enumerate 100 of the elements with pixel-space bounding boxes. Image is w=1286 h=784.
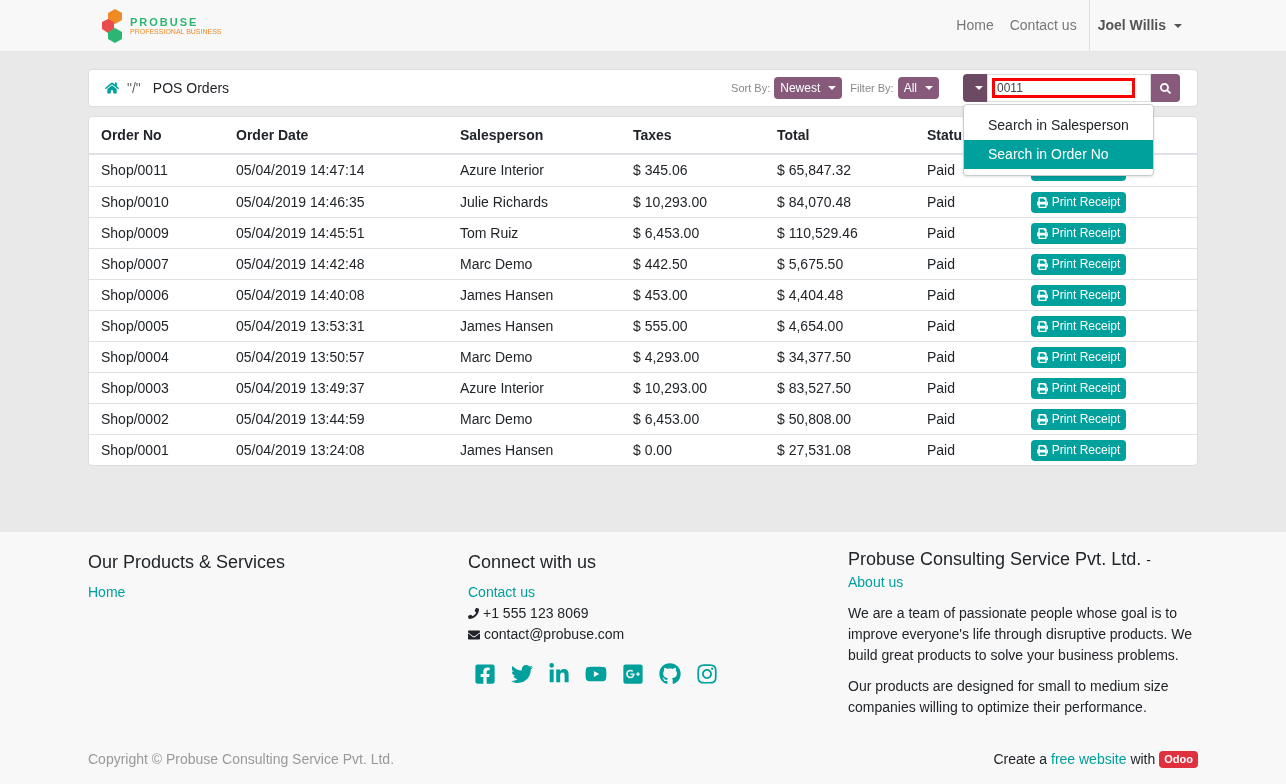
table-cell-text: 05/04/2019 14:45:51 [236, 223, 366, 243]
printer-icon [1036, 444, 1048, 456]
search-option[interactable]: Search in Salesperson [964, 111, 1153, 140]
column-header: Order Date [236, 126, 309, 143]
print-receipt-button[interactable]: Print Receipt [1031, 439, 1126, 461]
table-cell-text: 05/04/2019 13:44:59 [236, 409, 366, 429]
table-cell-text: $ 34,377.50 [777, 347, 852, 367]
footer-link[interactable]: Home [88, 582, 468, 603]
table-cell-text: $ 84,070.48 [777, 192, 852, 212]
table-cell-text: 05/04/2019 13:53:31 [236, 316, 366, 336]
table-cell-text: Shop/0001 [101, 440, 170, 460]
table-cell-text: $ 50,808.00 [777, 409, 852, 429]
create-website-text: Create a free website with [993, 750, 1156, 769]
search-button[interactable] [1151, 74, 1180, 102]
odoo-badge[interactable]: Odoo [1159, 751, 1198, 768]
github-icon[interactable] [659, 663, 681, 685]
company-heading: Probuse Consulting Service Pvt. Ltd. - About us [848, 549, 1198, 593]
table-cell-text: $ 27,531.08 [777, 440, 852, 460]
printer-icon [1036, 320, 1048, 332]
print-receipt-button[interactable]: Print Receipt [1031, 346, 1126, 368]
table-cell-text: $ 4,293.00 [633, 347, 701, 367]
print-receipt-button[interactable]: Print Receipt [1031, 222, 1126, 244]
table-cell-text: Julie Richards [460, 192, 549, 212]
table-cell-text: Shop/0010 [101, 192, 170, 212]
table-cell-text: Marc Demo [460, 254, 534, 274]
footer-link[interactable]: Contact us [468, 582, 848, 603]
instagram-icon[interactable] [696, 663, 718, 685]
breadcrumb-separator: "/" [127, 78, 141, 98]
caret-icon [828, 86, 837, 90]
twitter-icon[interactable] [511, 663, 533, 685]
print-receipt-button[interactable]: Print Receipt [1031, 284, 1126, 306]
table-cell-text: Marc Demo [460, 347, 534, 367]
search-option[interactable]: Search in Order No [964, 140, 1153, 169]
table-cell-text: $ 10,293.00 [633, 192, 708, 212]
nav-link[interactable]: Contact us [1001, 15, 1085, 36]
table-cell-text: James Hansen [460, 316, 555, 336]
table-cell-text: Shop/0009 [101, 223, 170, 243]
table-cell-text: Paid [927, 161, 957, 180]
free-website-link[interactable]: free website [1051, 751, 1127, 767]
printer-icon [1036, 258, 1048, 270]
home-icon[interactable] [105, 81, 119, 95]
table-cell-text: Paid [927, 223, 957, 243]
printer-icon [1036, 413, 1048, 425]
sort-dropdown[interactable]: Newest [774, 77, 843, 99]
table-cell-text: James Hansen [460, 285, 555, 305]
google-plus-icon[interactable] [622, 663, 644, 685]
about-link[interactable]: About us [848, 572, 904, 593]
table-cell-text: James Hansen [460, 440, 555, 460]
table-cell-text: Paid [927, 440, 957, 460]
column-header: Salesperson [460, 126, 544, 143]
table-cell-text: 05/04/2019 13:50:57 [236, 347, 366, 367]
email-address: contact@probuse.com [484, 625, 625, 644]
column-header: Statu [927, 126, 962, 143]
table-cell-text: $ 4,404.48 [777, 285, 845, 305]
caret-icon [1174, 23, 1182, 28]
filter-label: Filter By: [850, 80, 894, 96]
table-cell-text: 05/04/2019 14:40:08 [236, 285, 366, 305]
phone-icon [468, 608, 479, 619]
linkedin-icon[interactable] [548, 663, 570, 685]
print-receipt-button[interactable]: Print Receipt [1031, 315, 1126, 337]
copyright-text: Copyright © Probuse Consulting Service Pvt. Ltd. [88, 750, 395, 769]
table-cell-text: Marc Demo [460, 409, 534, 429]
user-menu[interactable]: Joel Willis [1089, 15, 1190, 36]
table-cell-text: $ 4,654.00 [777, 316, 845, 336]
table-cell-text: $ 345.06 [633, 161, 689, 180]
nav-link[interactable]: Home [948, 15, 1002, 36]
table-cell-text: Shop/0011 [101, 161, 169, 180]
caret-icon [925, 86, 933, 90]
table-cell-text: $ 555.00 [633, 316, 689, 336]
print-receipt-button[interactable]: Print Receipt [1031, 191, 1126, 213]
printer-icon [1036, 382, 1048, 394]
table-cell-text: $ 6,453.00 [633, 223, 701, 243]
column-header: Order No [101, 126, 162, 143]
table-cell-text: Shop/0007 [101, 254, 170, 274]
table-cell-text: $ 453.00 [633, 285, 689, 305]
logo-text: PROBUSE [130, 16, 200, 28]
company-description: We are a team of passionate people whose goal is to improve everyone's life through disruptive products. We build great products to solve your business problems. [848, 604, 1194, 665]
column-header: Total [777, 126, 810, 143]
printer-icon [1036, 227, 1048, 239]
table-cell-text: 05/04/2019 13:49:37 [236, 378, 366, 398]
table-cell-text: Tom Ruiz [460, 223, 520, 243]
caret-icon [975, 86, 983, 90]
table-cell-text: $ 110,529.46 [777, 223, 859, 243]
search-options-toggle[interactable] [963, 74, 987, 102]
filter-dropdown[interactable]: All [897, 77, 939, 99]
search-input[interactable]: 0011 [992, 78, 1135, 98]
table-cell-text: $ 10,293.00 [633, 378, 708, 398]
print-receipt-button[interactable]: Print Receipt [1031, 377, 1126, 399]
facebook-icon[interactable] [474, 663, 496, 685]
search-field[interactable]: 0011 [987, 74, 1151, 102]
table-cell-text: $ 442.50 [633, 254, 689, 274]
table-cell-text: Paid [927, 409, 957, 429]
print-receipt-button[interactable]: Print Receipt [1031, 253, 1126, 275]
table-cell-text: $ 5,675.50 [777, 254, 845, 274]
table-cell-text: Azure Interior [460, 378, 546, 398]
table-cell-text: Shop/0003 [101, 378, 170, 398]
table-cell-text: Paid [927, 192, 957, 212]
table-cell-text: Paid [927, 347, 957, 367]
print-receipt-button[interactable]: Print Receipt [1031, 408, 1126, 430]
footer-heading: Our Products & Services [88, 551, 287, 574]
